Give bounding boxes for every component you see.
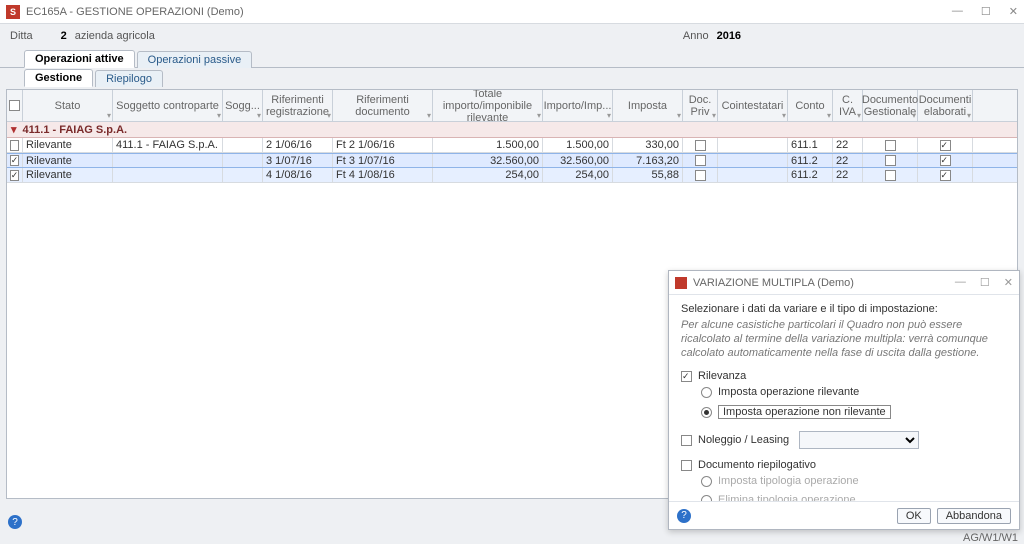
checkbox-rilevanza[interactable]: Rilevanza	[681, 370, 1007, 382]
row-checkbox[interactable]	[7, 138, 23, 152]
radio-elimina-tipologia: Elimina tipologia operazione	[701, 494, 1007, 501]
dialog-app-icon	[675, 277, 687, 289]
grid-header: Stato▾ Soggetto controparte▾ Sogg...▾ Ri…	[7, 90, 1017, 122]
radio-op-rilevante[interactable]: Imposta operazione rilevante	[701, 386, 1007, 398]
help-icon[interactable]: ?	[8, 515, 22, 529]
col-rif-documento[interactable]: Riferimenti documento▾	[333, 90, 433, 121]
col-importo-imp[interactable]: Importo/Imp...▾	[543, 90, 613, 121]
tab-riepilogo[interactable]: Riepilogo	[95, 70, 163, 87]
col-imposta[interactable]: Imposta▾	[613, 90, 683, 121]
col-sogg[interactable]: Sogg...▾	[223, 90, 263, 121]
ok-button[interactable]: OK	[897, 508, 931, 524]
col-conto[interactable]: Conto▾	[788, 90, 833, 121]
context-header: Ditta 2 azienda agricola Anno 2016	[0, 24, 1024, 48]
dialog-titlebar: VARIAZIONE MULTIPLA (Demo) — ☐ ✕	[669, 271, 1019, 295]
ditta-label: Ditta	[10, 30, 33, 42]
section-noleggio: Noleggio / Leasing	[681, 431, 1007, 449]
table-row[interactable]: Rilevante411.1 - FAIAG S.p.A.2 1/06/16Ft…	[7, 138, 1017, 153]
maximize-icon[interactable]: ☐	[981, 5, 991, 18]
close-icon[interactable]: ✕	[1009, 5, 1018, 18]
tab-operazioni-passive[interactable]: Operazioni passive	[137, 51, 253, 68]
minimize-icon[interactable]: —	[952, 5, 963, 18]
col-civa[interactable]: C. IVA▾	[833, 90, 863, 121]
table-row[interactable]: Rilevante4 1/08/16Ft 4 1/08/16254,00254,…	[7, 168, 1017, 183]
row-checkbox[interactable]	[7, 154, 23, 167]
col-soggetto-controparte[interactable]: Soggetto controparte▾	[113, 90, 223, 121]
dialog-title: VARIAZIONE MULTIPLA (Demo)	[693, 277, 854, 289]
col-stato[interactable]: Stato▾	[23, 90, 113, 121]
main-window-titlebar: S EC165A - GESTIONE OPERAZIONI (Demo) — …	[0, 0, 1024, 24]
dialog-maximize-icon[interactable]: ☐	[980, 276, 990, 289]
col-rif-registrazione[interactable]: Riferimenti registrazione▾	[263, 90, 333, 121]
app-icon: S	[6, 5, 20, 19]
tabs-gestione: Gestione Riepilogo	[0, 67, 1024, 87]
col-doc-elaborati[interactable]: Documenti elaborati▾	[918, 90, 973, 121]
section-rilevanza: Rilevanza Imposta operazione rilevante I…	[681, 370, 1007, 421]
col-tot-imponibile[interactable]: Totale importo/imponibile rilevante▾	[433, 90, 543, 121]
dialog-help-icon[interactable]: ?	[677, 509, 691, 523]
col-doc-priv[interactable]: Doc. Priv▾	[683, 90, 718, 121]
radio-op-non-rilevante[interactable]: Imposta operazione non rilevante	[701, 405, 1007, 419]
dialog-heading: Selezionare i dati da variare e il tipo …	[681, 303, 1007, 315]
abbandona-button[interactable]: Abbandona	[937, 508, 1011, 524]
checkbox-noleggio[interactable]: Noleggio / Leasing	[681, 434, 789, 446]
tab-gestione[interactable]: Gestione	[24, 69, 93, 87]
dialog-variazione-multipla: VARIAZIONE MULTIPLA (Demo) — ☐ ✕ Selezio…	[668, 270, 1020, 530]
ditta-number: 2	[61, 30, 67, 42]
window-title: EC165A - GESTIONE OPERAZIONI (Demo)	[26, 6, 244, 18]
row-checkbox[interactable]	[7, 168, 23, 182]
col-doc-gestionale[interactable]: Documento Gestionale▾	[863, 90, 918, 121]
checkbox-riepilogativo[interactable]: Documento riepilogativo	[681, 459, 1007, 471]
ditta-name: azienda agricola	[75, 30, 155, 42]
group-row[interactable]: ▾ 411.1 - FAIAG S.p.A.	[7, 122, 1017, 138]
section-riepilogativo: Documento riepilogativo Imposta tipologi…	[681, 459, 1007, 501]
dialog-note: Per alcune casistiche particolari il Qua…	[681, 319, 1007, 360]
anno-label: Anno	[683, 30, 709, 42]
dialog-close-icon[interactable]: ✕	[1004, 276, 1013, 289]
table-row[interactable]: Rilevante3 1/07/16Ft 3 1/07/1632.560,003…	[7, 153, 1017, 168]
select-noleggio[interactable]	[799, 431, 919, 449]
tabs-operazioni: Operazioni attive Operazioni passive	[0, 48, 1024, 68]
collapse-icon[interactable]: ▾	[11, 123, 17, 136]
radio-imposta-tipologia: Imposta tipologia operazione	[701, 475, 1007, 487]
col-cointestatari[interactable]: Cointestatari▾	[718, 90, 788, 121]
tab-operazioni-attive[interactable]: Operazioni attive	[24, 50, 135, 68]
anno-value: 2016	[717, 30, 741, 42]
group-label: 411.1 - FAIAG S.p.A.	[23, 124, 128, 136]
col-select-all[interactable]	[7, 90, 23, 121]
dialog-minimize-icon[interactable]: —	[955, 276, 966, 289]
